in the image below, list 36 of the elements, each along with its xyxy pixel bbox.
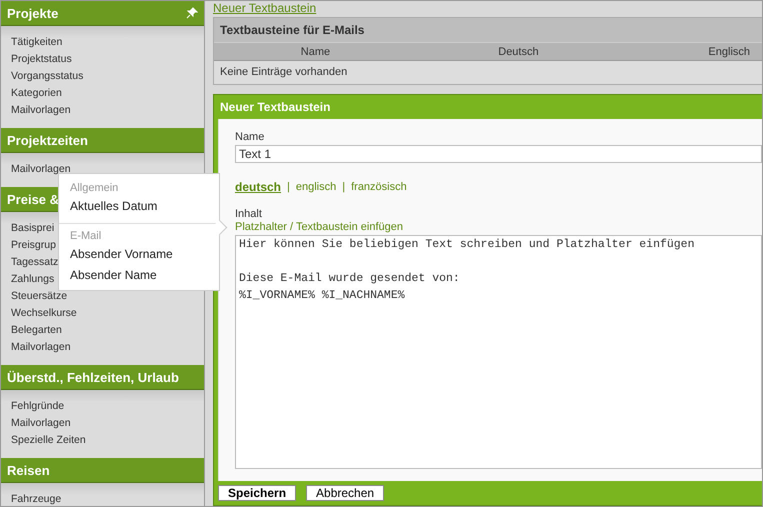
- language-tab[interactable]: englisch: [296, 181, 336, 193]
- panel-title: Neuer Textbaustein: [219, 99, 332, 116]
- menu-item[interactable]: Absender Name: [70, 265, 208, 286]
- pin-icon[interactable]: [186, 7, 198, 19]
- sidebar-item[interactable]: Mailvorlagen: [11, 102, 204, 119]
- sidebar-item[interactable]: Mailvorlagen: [11, 415, 204, 432]
- separator: |: [342, 181, 346, 193]
- column-header[interactable]: Name: [214, 46, 417, 58]
- language-tab[interactable]: französisch: [351, 181, 407, 193]
- empty-message: Keine Einträge vorhanden: [219, 65, 348, 80]
- sidebar-item[interactable]: Spezielle Zeiten: [11, 432, 204, 449]
- sidebar-item[interactable]: Wechselkurse: [11, 305, 204, 322]
- separator: |: [287, 181, 290, 193]
- sidebar-item[interactable]: Fehlgründe: [11, 398, 204, 415]
- menu-item[interactable]: Absender Vorname: [70, 244, 208, 265]
- sidebar-item[interactable]: Tätigkeiten: [11, 34, 204, 51]
- sidebar-item[interactable]: Kategorien: [11, 85, 204, 102]
- insert-placeholder-link[interactable]: Platzhalter / Textbaustein einfügen: [235, 221, 762, 234]
- sidebar-item[interactable]: Belegarten: [11, 322, 204, 339]
- language-tab[interactable]: deutsch: [235, 180, 282, 194]
- sidebar-item[interactable]: Projektstatus: [11, 51, 204, 68]
- sidebar-item[interactable]: Mailvorlagen: [11, 339, 204, 356]
- sidebar-item[interactable]: Steuersätze: [11, 288, 204, 305]
- content-textarea[interactable]: Hier können Sie beliebigen Text schreiben und Platzhalter einfügen Diese E-Mail wurde gesendet von: %I_VORNAME% %I_NACHNAME%: [235, 235, 762, 469]
- field-label: Inhalt: [235, 208, 263, 221]
- save-button[interactable]: Speichern: [218, 485, 296, 501]
- menu-item[interactable]: Aktuelles Datum: [70, 196, 208, 217]
- name-field[interactable]: Text 1: [235, 145, 762, 163]
- menu-heading: E-Mail: [70, 229, 102, 244]
- column-header[interactable]: Deutsch: [416, 46, 620, 58]
- column-header[interactable]: Englisch: [620, 46, 762, 58]
- field-label: Name: [235, 131, 266, 144]
- menu-heading: Allgemein: [70, 181, 120, 196]
- cancel-button[interactable]: Abbrechen: [306, 485, 384, 501]
- sidebar-item[interactable]: Vorgangsstatus: [11, 68, 204, 85]
- table-title: Textbausteine für E-Mails: [214, 18, 762, 42]
